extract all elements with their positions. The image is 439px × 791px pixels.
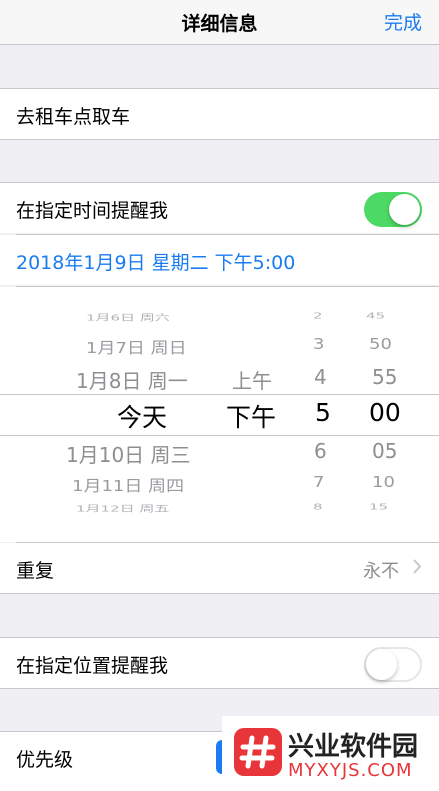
picker-minute[interactable]: 50 <box>369 336 392 354</box>
date-cell[interactable]: 2018年1月9日 星期二 下午5:00 <box>0 235 439 285</box>
picker-day[interactable]: 1月7日 周日 <box>86 336 187 358</box>
picker-day-selected[interactable]: 今天 <box>117 398 167 434</box>
picker-ampm[interactable]: 上午 <box>232 365 272 394</box>
picker-hour-selected[interactable]: 5 <box>315 398 331 427</box>
picker-day[interactable]: 1月8日 周一 <box>76 365 188 394</box>
remind-time-cell: 在指定时间提醒我 <box>0 182 439 233</box>
picker-minute[interactable]: 55 <box>372 365 397 389</box>
picker-day[interactable]: 1月12日 周五 <box>76 503 169 515</box>
chevron-right-icon <box>413 559 422 574</box>
picker-minute[interactable]: 45 <box>366 311 385 321</box>
picker-hour[interactable]: 8 <box>313 502 323 512</box>
selected-date-text[interactable]: 2018年1月9日 星期二 下午5:00 <box>16 248 295 275</box>
picker-minute[interactable]: 10 <box>372 474 395 492</box>
picker-hour[interactable]: 7 <box>313 474 324 492</box>
picker-day[interactable]: 1月10日 周三 <box>66 439 191 468</box>
picker-minute[interactable]: 15 <box>369 502 388 512</box>
toggle-knob <box>389 194 420 225</box>
picker-ampm-selected[interactable]: 下午 <box>226 398 276 434</box>
picker-hour[interactable]: 4 <box>314 365 327 389</box>
picker-minute-selected[interactable]: 00 <box>369 398 401 427</box>
toggle-knob <box>366 649 397 680</box>
done-button[interactable]: 完成 <box>384 8 422 35</box>
picker-hour[interactable]: 6 <box>314 439 327 463</box>
watermark: 兴业软件园 MYXYJS.COM <box>222 716 439 790</box>
priority-label: 优先级 <box>16 749 74 771</box>
picker-hour[interactable]: 2 <box>313 311 323 321</box>
page-title: 详细信息 <box>181 13 258 35</box>
picker-minute[interactable]: 05 <box>372 439 397 463</box>
remind-location-toggle[interactable] <box>364 647 422 682</box>
remind-location-label: 在指定位置提醒我 <box>16 655 169 677</box>
watermark-title: 兴业软件园 <box>288 732 419 762</box>
repeat-label: 重复 <box>16 560 55 582</box>
navigation-bar: 详细信息 完成 <box>0 0 439 45</box>
remind-time-label: 在指定时间提醒我 <box>16 200 169 222</box>
remind-time-toggle[interactable] <box>364 192 422 227</box>
repeat-cell[interactable]: 重复 永不 <box>0 543 439 594</box>
picker-day[interactable]: 1月6日 周六 <box>86 312 170 324</box>
watermark-logo-icon <box>234 728 282 776</box>
task-title-cell[interactable]: 去租车点取车 <box>0 88 439 140</box>
picker-hour[interactable]: 3 <box>313 336 324 354</box>
watermark-url: MYXYJS.COM <box>288 760 413 781</box>
remind-location-cell: 在指定位置提醒我 <box>0 637 439 689</box>
date-time-picker[interactable]: 1月6日 周六 1月7日 周日 1月8日 周一 今天 1月10日 周三 1月11… <box>0 287 439 542</box>
repeat-value: 永不 <box>363 561 399 582</box>
task-title[interactable]: 去租车点取车 <box>16 102 130 129</box>
picker-day[interactable]: 1月11日 周四 <box>72 474 184 496</box>
